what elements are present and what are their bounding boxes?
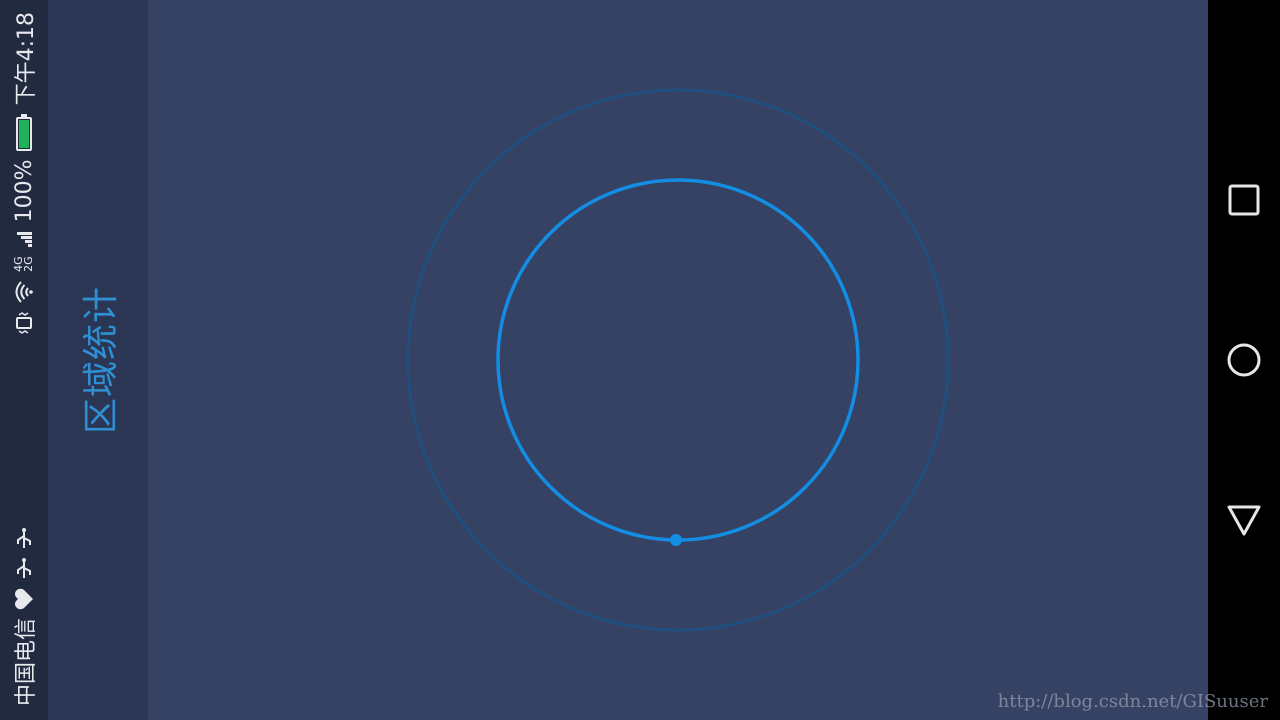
usb-icon xyxy=(15,527,33,550)
status-left: 中国电信 xyxy=(8,527,40,706)
network-type-label: 4G 2G xyxy=(12,256,35,272)
back-icon xyxy=(1227,505,1261,536)
status-right: 4G 2G 100% 下午4:18 xyxy=(8,12,40,334)
signal-icon xyxy=(15,230,33,248)
time-label: 下午4:18 xyxy=(14,12,39,106)
battery-fill xyxy=(19,120,29,149)
watermark: http://blog.csdn.net/GISuuser xyxy=(997,691,1268,712)
side-panel-title[interactable]: 区域统计 xyxy=(72,286,124,434)
carrier-label: 中国电信 xyxy=(14,617,39,706)
home-icon xyxy=(1227,343,1261,377)
side-panel: 区域统计 xyxy=(48,0,148,720)
wifi-icon xyxy=(14,280,34,304)
recent-apps-icon xyxy=(1228,184,1260,216)
network-2g-label: 2G xyxy=(22,256,35,272)
usb-icon xyxy=(15,557,33,580)
home-button[interactable] xyxy=(1222,338,1266,382)
outer-ring xyxy=(406,88,950,632)
navigation-bar xyxy=(1208,0,1280,720)
recent-apps-button[interactable] xyxy=(1222,178,1266,222)
status-bar: 中国电信 4G 2G 100% 下午4:18 xyxy=(0,0,48,720)
radar-dot xyxy=(670,534,682,546)
vibrate-icon xyxy=(14,311,34,334)
status-bar-content: 中国电信 4G 2G 100% 下午4:18 xyxy=(0,0,48,720)
radar-view[interactable] xyxy=(148,0,1208,720)
inner-ring xyxy=(496,178,860,542)
main-content xyxy=(148,0,1208,720)
battery-percent-label: 100% xyxy=(11,159,37,223)
screen: 中国电信 4G 2G 100% 下午4:18 区域统计 http://blog.… xyxy=(0,0,1280,720)
back-button[interactable] xyxy=(1222,498,1266,542)
heart-icon xyxy=(14,588,34,610)
battery-icon xyxy=(16,117,32,152)
